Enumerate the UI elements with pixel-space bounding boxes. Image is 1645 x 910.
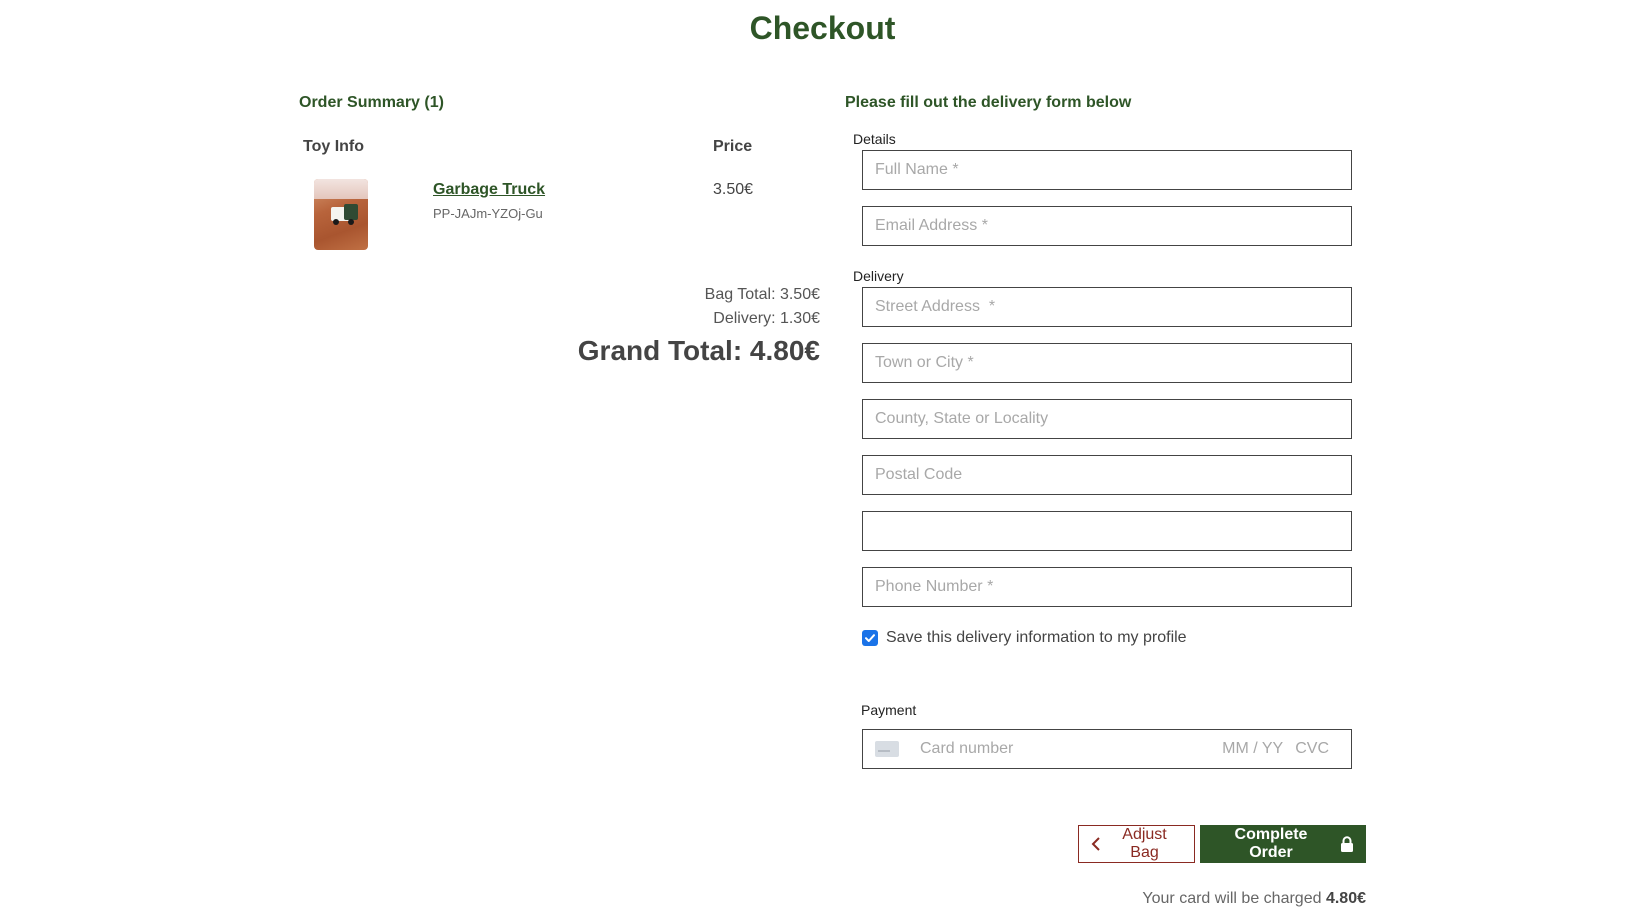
adjust-bag-label: Adjust Bag: [1122, 826, 1167, 861]
delivery-form-title: Please fill out the delivery form below: [845, 94, 1132, 111]
complete-order-label: Complete Order: [1234, 826, 1308, 861]
save-info-checkbox[interactable]: [862, 630, 878, 646]
product-name-link[interactable]: Garbage Truck: [433, 181, 545, 199]
toy-info-header: Toy Info: [303, 138, 365, 155]
payment-legend: Payment: [861, 702, 917, 718]
card-input[interactable]: Card number MM / YY CVC: [862, 729, 1352, 769]
save-info-label: Save this delivery information to my pro…: [886, 629, 1187, 646]
charge-note: Your card will be charged 4.80€: [1142, 890, 1366, 908]
chevron-left-icon: [1091, 837, 1101, 851]
credit-card-icon: [875, 741, 899, 757]
charge-note-text: Your card will be charged: [1142, 890, 1322, 907]
adjust-bag-button[interactable]: Adjust Bag: [1078, 825, 1195, 863]
product-price: 3.50€: [713, 181, 754, 198]
card-number-input[interactable]: Card number: [920, 740, 1222, 758]
delivery-cost: Delivery: 1.30€: [713, 310, 820, 327]
county-field[interactable]: [862, 399, 1352, 439]
delivery-legend: Delivery: [853, 268, 904, 284]
order-totals: Bag Total: 3.50€ Delivery: 1.30€ Grand T…: [578, 283, 820, 369]
card-cvc-input[interactable]: CVC: [1295, 740, 1329, 758]
checkout-page: Checkout Order Summary (1) Toy Info Pric…: [0, 0, 1645, 910]
full-name-field[interactable]: [862, 150, 1352, 190]
street-address-field[interactable]: [862, 287, 1352, 327]
phone-number-field[interactable]: [862, 567, 1352, 607]
save-info-row: Save this delivery information to my pro…: [862, 629, 1187, 647]
details-legend: Details: [853, 131, 896, 147]
page-title: Checkout: [749, 10, 896, 46]
bag-total: Bag Total: 3.50€: [704, 286, 820, 303]
town-city-field[interactable]: [862, 343, 1352, 383]
lock-icon: [1340, 836, 1354, 852]
complete-order-button[interactable]: Complete Order: [1200, 825, 1366, 863]
postal-code-field[interactable]: [862, 455, 1352, 495]
charge-amount: 4.80€: [1325, 890, 1366, 907]
check-icon: [865, 634, 875, 642]
order-summary-title: Order Summary (1): [299, 94, 444, 111]
card-expiry-input[interactable]: MM / YY: [1222, 740, 1283, 758]
product-sku: PP-JAJm-YZOj-Gu: [433, 206, 543, 221]
country-field[interactable]: [862, 511, 1352, 551]
grand-total: Grand Total: 4.80€: [577, 335, 820, 366]
price-header: Price: [713, 138, 753, 155]
email-field[interactable]: [862, 206, 1352, 246]
product-thumbnail[interactable]: [314, 179, 368, 250]
